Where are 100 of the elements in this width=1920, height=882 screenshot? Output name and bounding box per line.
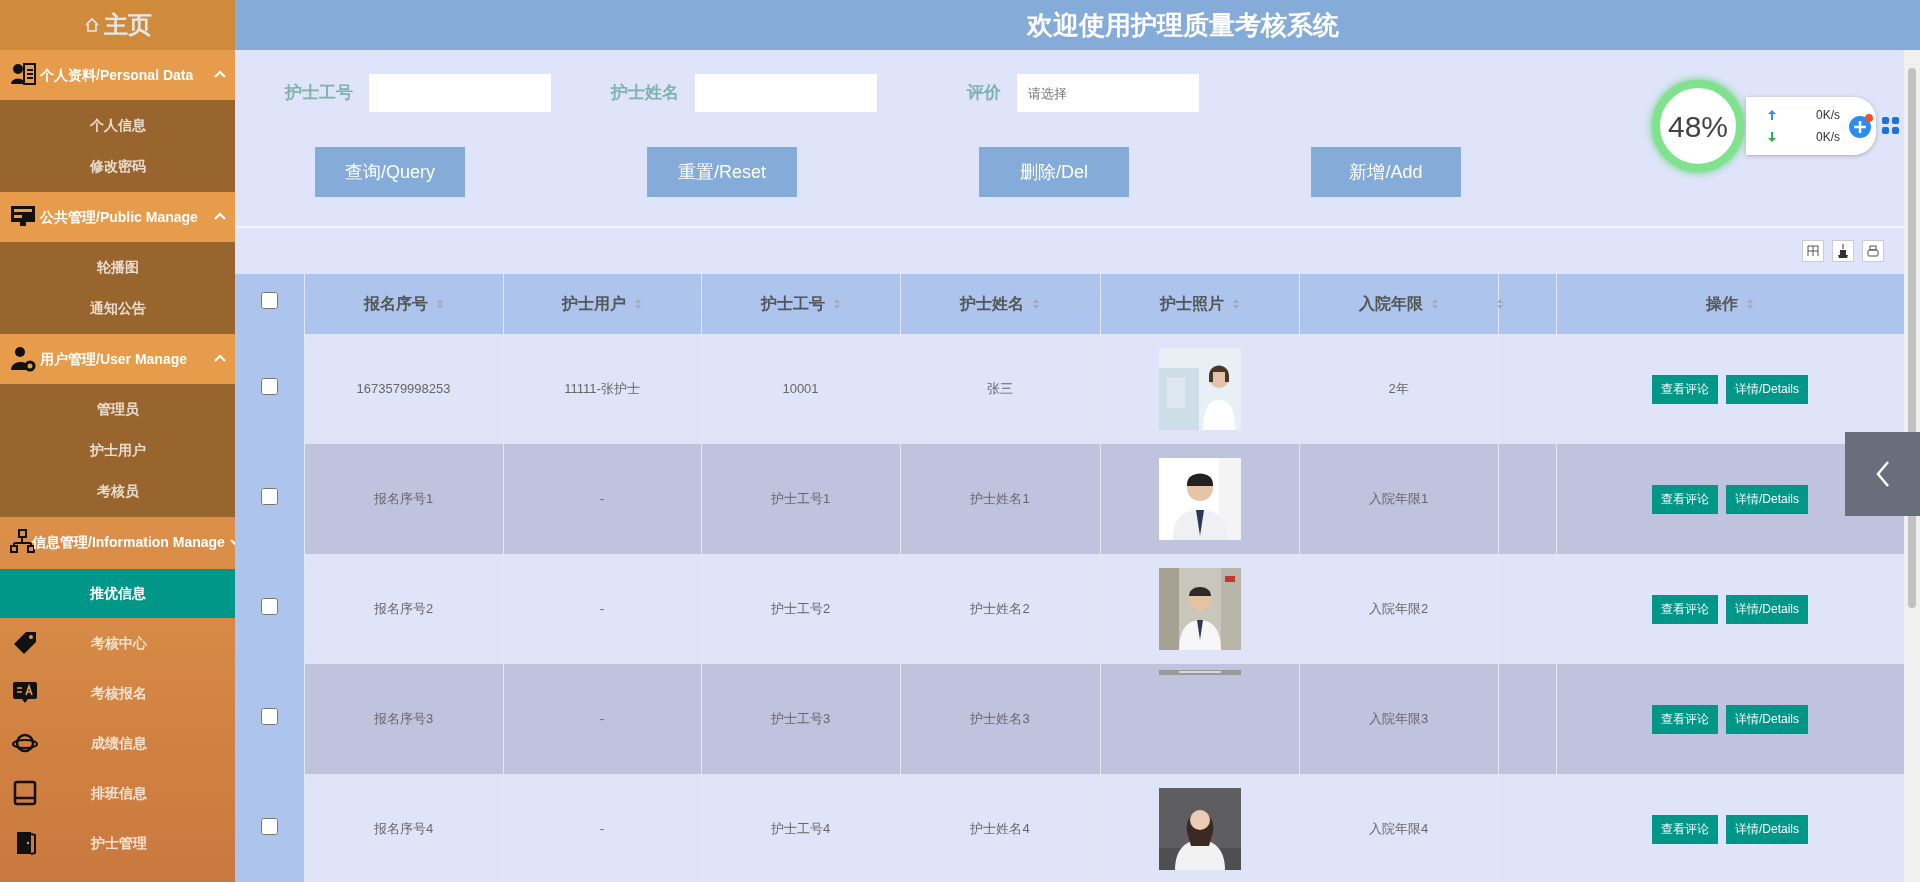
field-label: 护士工号 — [285, 82, 353, 105]
table-cell: 护士姓名3 — [970, 711, 1030, 727]
action-button[interactable]: 重置/Reset — [647, 147, 797, 197]
up-arrow-icon — [1768, 110, 1776, 120]
menu-item[interactable]: 考核员 — [0, 471, 235, 512]
checkbox[interactable] — [260, 292, 278, 309]
action-button[interactable]: 查询/Query — [315, 147, 465, 197]
table-cell: - — [599, 491, 605, 507]
menu-group[interactable]: 用户管理/User Manage — [0, 334, 235, 384]
input-field[interactable] — [695, 74, 877, 112]
table-cell: 护士工号2 — [770, 601, 831, 617]
table-cell: 张三 — [987, 381, 1013, 397]
menu-group[interactable]: 个人资料/Personal Data — [0, 50, 235, 100]
home-link[interactable]: 主页 — [103, 7, 152, 43]
menu-item[interactable]: 轮播图 — [0, 247, 235, 288]
column-header[interactable]: 入院年限 — [1358, 292, 1423, 316]
table-cell: 入院年限1 — [1368, 491, 1429, 507]
table-cell: 报名序号1 — [373, 491, 434, 507]
row-button[interactable]: 详情/Details — [1726, 704, 1808, 734]
row-button[interactable]: 查看评论 — [1652, 814, 1718, 844]
sort-icon[interactable] — [832, 298, 841, 310]
table-cell: 护士工号4 — [770, 821, 831, 837]
plus-icon[interactable] — [1848, 113, 1874, 139]
percent-value: 48% — [1667, 108, 1728, 145]
action-button[interactable]: 新增/Add — [1311, 147, 1461, 197]
print-icon[interactable] — [1862, 240, 1884, 262]
table-cell: 报名序号3 — [373, 711, 434, 727]
sort-icon[interactable] — [1495, 298, 1504, 310]
table-cell: 2年 — [1388, 381, 1409, 397]
table-cell: 入院年限2 — [1368, 601, 1429, 617]
menu-item[interactable]: 考核报名 — [0, 668, 235, 718]
table-cell: 护士工号1 — [770, 491, 831, 507]
tag-icon — [12, 630, 38, 656]
table-cell: 10001 — [782, 381, 819, 397]
table-cell: - — [599, 821, 605, 837]
upload-speed: 0K/s — [1816, 107, 1840, 124]
menu-item[interactable]: 护士用户 — [0, 430, 235, 471]
scrollbar[interactable] — [1904, 50, 1920, 882]
column-header[interactable]: 护士姓名 — [960, 292, 1024, 316]
menu-group[interactable]: 公共管理/Public Manage — [0, 192, 235, 242]
menu-item[interactable]: 考核中心 — [0, 618, 235, 668]
sort-icon[interactable] — [1430, 298, 1439, 310]
sort-icon[interactable] — [1032, 298, 1040, 310]
table-cell: 11111-张护士 — [564, 381, 640, 397]
sort-icon[interactable] — [634, 298, 642, 310]
action-button[interactable]: 删除/Del — [979, 147, 1129, 197]
input-field[interactable] — [369, 74, 551, 112]
menu-item[interactable]: 护士管理 — [0, 818, 235, 868]
row-button[interactable]: 查看评论 — [1652, 704, 1718, 734]
columns-icon[interactable] — [1802, 240, 1824, 262]
user-gear-icon — [10, 346, 36, 372]
menu-item[interactable]: 管理员 — [0, 389, 235, 430]
column-header[interactable]: 报名序号 — [363, 292, 428, 316]
column-header[interactable]: 护士照片 — [1159, 292, 1224, 316]
menu-item[interactable]: 排班信息 — [0, 768, 235, 818]
checkbox[interactable] — [260, 487, 278, 505]
chevron-left-icon — [1874, 460, 1891, 488]
table-cell: 入院年限4 — [1368, 821, 1429, 837]
row-button[interactable]: 查看评论 — [1652, 484, 1718, 514]
apps-icon[interactable] — [1882, 117, 1900, 135]
page-title: 欢迎使用护理质量考核系统 — [1026, 8, 1339, 42]
down-arrow-icon — [1768, 132, 1776, 142]
table-cell: 护士工号3 — [770, 711, 831, 727]
row-button[interactable]: 详情/Details — [1726, 374, 1808, 404]
sort-icon[interactable] — [1746, 298, 1754, 310]
book-icon — [12, 780, 38, 806]
table-cell: 护士姓名2 — [970, 601, 1030, 617]
select-field[interactable]: 请选择 — [1017, 74, 1199, 112]
row-button[interactable]: 详情/Details — [1726, 814, 1808, 844]
speed-gauge[interactable]: 48% — [1652, 80, 1744, 172]
row-button[interactable]: 查看评论 — [1652, 374, 1718, 404]
id-card-icon — [10, 62, 36, 88]
menu-item[interactable]: 修改密码 — [0, 146, 235, 187]
menu-item[interactable]: 个人信息 — [0, 105, 235, 146]
table-cell: - — [599, 711, 605, 727]
sort-icon[interactable] — [1231, 298, 1240, 310]
menu-item[interactable]: 成绩信息 — [0, 718, 235, 768]
field-label: 评价 — [967, 82, 1001, 105]
row-button[interactable]: 详情/Details — [1726, 594, 1808, 624]
checkbox[interactable] — [260, 377, 278, 395]
row-button[interactable]: 查看评论 — [1652, 594, 1718, 624]
menu-item[interactable]: 推优信息 — [0, 569, 235, 618]
menu-group[interactable]: 信息管理/Information Manage — [0, 517, 235, 567]
table-cell: - — [599, 601, 605, 617]
export-icon[interactable] — [1832, 240, 1854, 262]
checkbox[interactable] — [260, 597, 278, 615]
column-header[interactable]: 操作 — [1706, 292, 1738, 316]
checkbox[interactable] — [260, 817, 278, 835]
column-header[interactable]: 护士工号 — [760, 292, 825, 316]
table-cell: 1673579998253 — [356, 381, 451, 397]
download-speed: 0K/s — [1816, 129, 1840, 146]
home-icon[interactable] — [83, 17, 100, 33]
column-header[interactable]: 护士用户 — [562, 292, 626, 316]
sort-icon[interactable] — [435, 298, 444, 310]
table-cell: 报名序号4 — [373, 821, 434, 837]
menu-item[interactable]: 通知公告 — [0, 288, 235, 329]
checkbox[interactable] — [260, 707, 278, 725]
table-cell: 护士姓名1 — [970, 491, 1030, 507]
table-cell: 护士姓名4 — [970, 821, 1030, 837]
row-button[interactable]: 详情/Details — [1726, 484, 1808, 514]
